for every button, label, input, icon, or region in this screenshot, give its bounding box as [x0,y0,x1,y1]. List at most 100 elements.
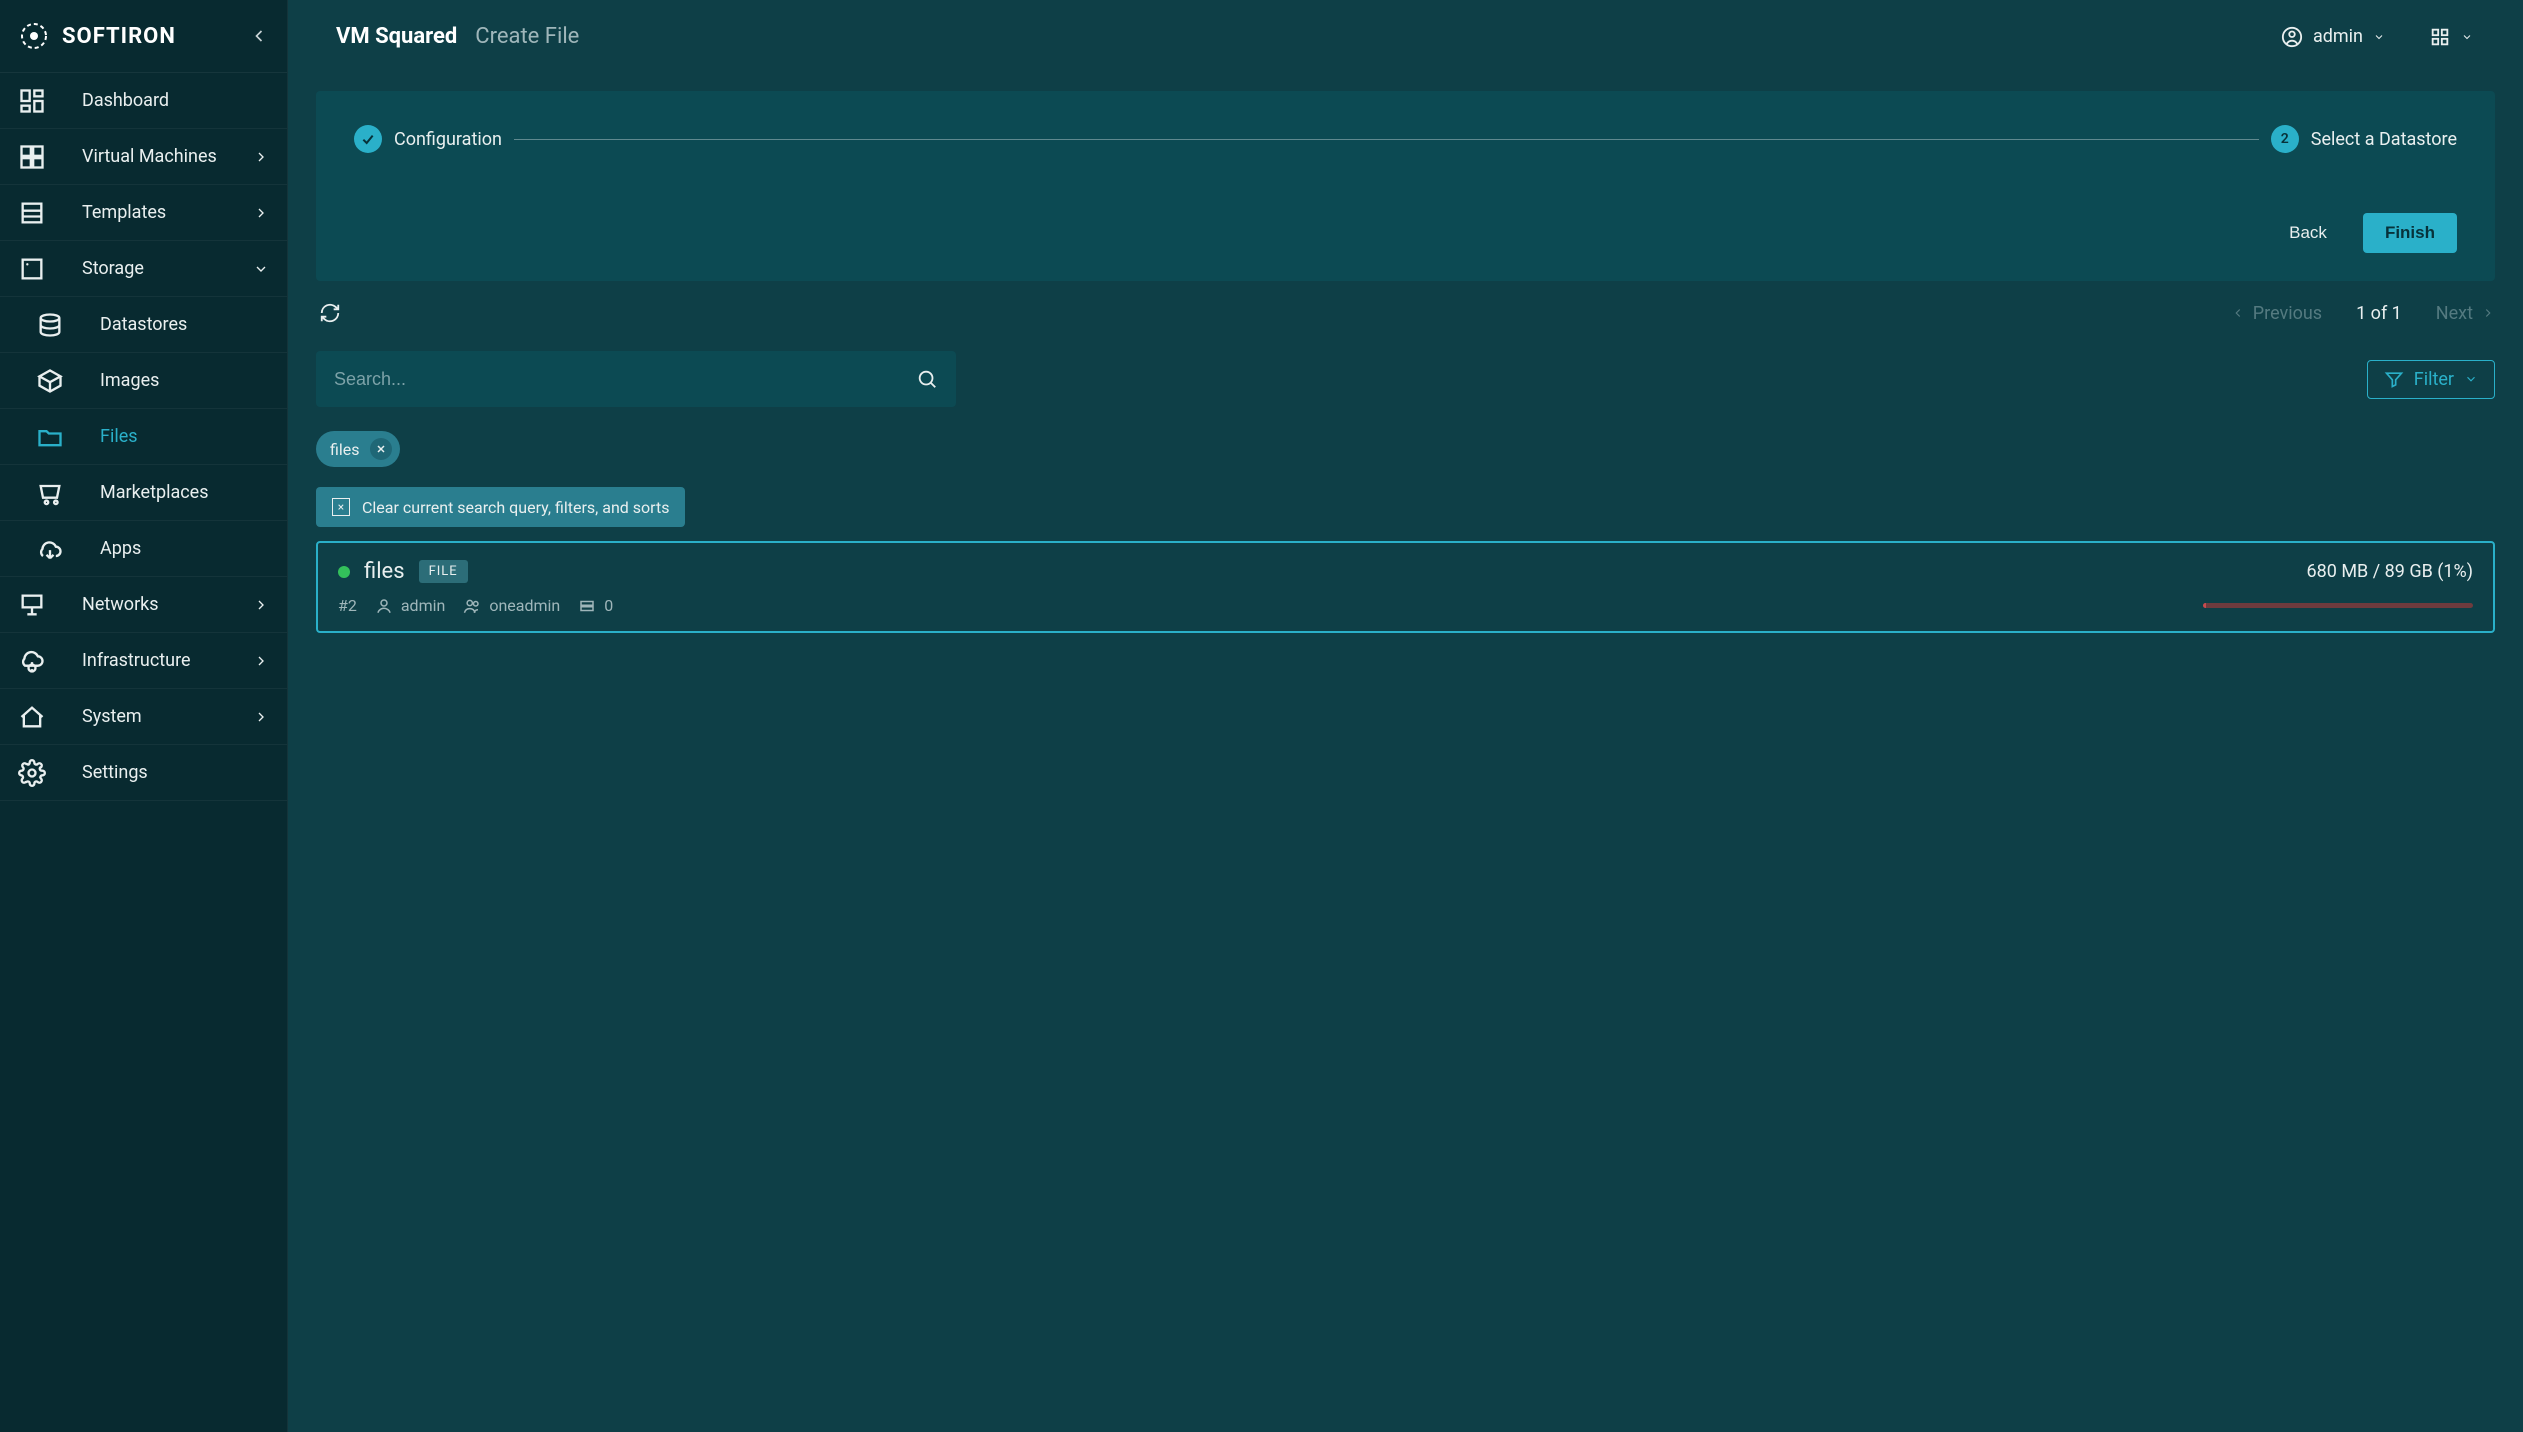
page-subtitle: Create File [475,24,579,49]
user-label: admin [2313,26,2363,47]
db-icon [36,311,64,339]
clear-label: Clear current search query, filters, and… [362,498,669,517]
datastore-card[interactable]: files FILE 680 MB / 89 GB (1%) #2 admin [316,541,2495,633]
cloud-download-icon [36,535,64,563]
card-header: files FILE 680 MB / 89 GB (1%) [338,559,2473,584]
template-icon [18,199,46,227]
sidebar-item-settings[interactable]: Settings [0,745,287,801]
sidebar-item-storage[interactable]: Storage [0,241,287,297]
sidebar-item-dashboard[interactable]: Dashboard [0,73,287,129]
chevron-down-icon [2373,31,2385,43]
storage-icon [18,255,46,283]
user-icon [375,597,393,615]
pager-next-label: Next [2436,303,2473,324]
sidebar-item-label: Datastores [100,314,187,335]
usage-progress-fill [2203,603,2206,608]
card-title: files [364,559,405,584]
brandbar: SOFTIRON [0,0,287,73]
sidebar-item-virtual-machines[interactable]: Virtual Machines [0,129,287,185]
search-box[interactable] [316,351,956,407]
sidebar-item-label: Files [100,426,138,447]
sidebar-item-label: Infrastructure [82,650,191,671]
card-count: 0 [578,596,613,615]
sidebar-subitem-apps[interactable]: Apps [0,521,287,577]
card-owner-value: admin [401,596,445,615]
list-toolbar: Previous 1 of 1 Next [316,299,2495,327]
gear-icon [18,759,46,787]
chevron-down-icon [2464,372,2478,386]
user-menu[interactable]: admin [2279,20,2387,54]
pager-prev-label: Previous [2253,303,2322,324]
chevron-right-icon [253,205,269,221]
user-icon [2281,26,2303,48]
sidebar-subitem-datastores[interactable]: Datastores [0,297,287,353]
brand-name: SOFTIRON [62,24,176,49]
chevron-right-icon [253,653,269,669]
wizard-step-2-badge: 2 [2271,125,2299,153]
brand-logo [18,20,50,52]
box-icon [36,367,64,395]
sidebar-subitem-files[interactable]: Files [0,409,287,465]
grid-icon [18,143,46,171]
sidebar-collapse-button[interactable] [249,26,269,46]
sidebar-item-infrastructure[interactable]: Infrastructure [0,633,287,689]
content: Configuration 2 Select a Datastore Back … [288,73,2523,1432]
chevron-right-icon [253,709,269,725]
filter-icon [2384,369,2404,389]
filter-label: Filter [2414,369,2454,390]
wizard-step-1-label: Configuration [394,129,502,150]
card-group: oneadmin [463,596,560,615]
wizard-card: Configuration 2 Select a Datastore Back … [316,91,2495,281]
cart-icon [36,479,64,507]
wizard-step-1-badge [354,125,382,153]
system-icon [18,703,46,731]
clear-filters-button[interactable]: × Clear current search query, filters, a… [316,487,685,527]
usage-progress [2203,603,2473,608]
sidebar-subitem-marketplaces[interactable]: Marketplaces [0,465,287,521]
sidebar-item-templates[interactable]: Templates [0,185,287,241]
filter-chip-files[interactable]: files [316,431,400,467]
sidebar-item-label: Settings [82,762,148,783]
pager-next[interactable]: Next [2436,303,2495,324]
back-button[interactable]: Back [2267,213,2349,253]
users-icon [463,597,481,615]
wizard-steps: Configuration 2 Select a Datastore [354,125,2457,153]
search-icon [916,368,938,390]
chevron-right-icon [253,149,269,165]
card-owner: admin [375,596,445,615]
finish-button[interactable]: Finish [2363,213,2457,253]
pager-prev[interactable]: Previous [2231,303,2322,324]
status-dot [338,566,350,578]
nav: Dashboard Virtual Machines Templates [0,73,287,1432]
card-count-value: 0 [604,596,613,615]
chevron-down-icon [2461,31,2473,43]
sidebar-item-label: System [82,706,142,727]
pager: Previous 1 of 1 Next [2231,303,2495,324]
card-tag: FILE [419,560,468,583]
network-icon [18,591,46,619]
chip-remove-button[interactable] [370,438,392,460]
count-icon [578,597,596,615]
card-meta-row: #2 admin oneadmin [338,596,2473,615]
sidebar-item-label: Marketplaces [100,482,209,503]
clear-icon: × [332,498,350,516]
sidebar-item-label: Networks [82,594,159,615]
card-id: #2 [338,596,357,615]
sidebar-item-networks[interactable]: Networks [0,577,287,633]
sidebar-subitem-images[interactable]: Images [0,353,287,409]
view-menu[interactable] [2427,20,2475,54]
card-group-value: oneadmin [489,596,560,615]
sidebar-item-label: Storage [82,258,144,279]
sidebar-item-label: Apps [100,538,141,559]
pager-info: 1 of 1 [2356,303,2402,324]
refresh-button[interactable] [316,299,344,327]
card-usage: 680 MB / 89 GB (1%) [2307,561,2473,582]
main: VM Squared Create File admin [288,0,2523,1432]
chevron-down-icon [253,261,269,277]
sidebar-item-system[interactable]: System [0,689,287,745]
dashboard-icon [18,87,46,115]
filter-button[interactable]: Filter [2367,360,2495,399]
infra-icon [18,647,46,675]
search-input[interactable] [334,369,916,390]
page-title: VM Squared [336,24,457,49]
